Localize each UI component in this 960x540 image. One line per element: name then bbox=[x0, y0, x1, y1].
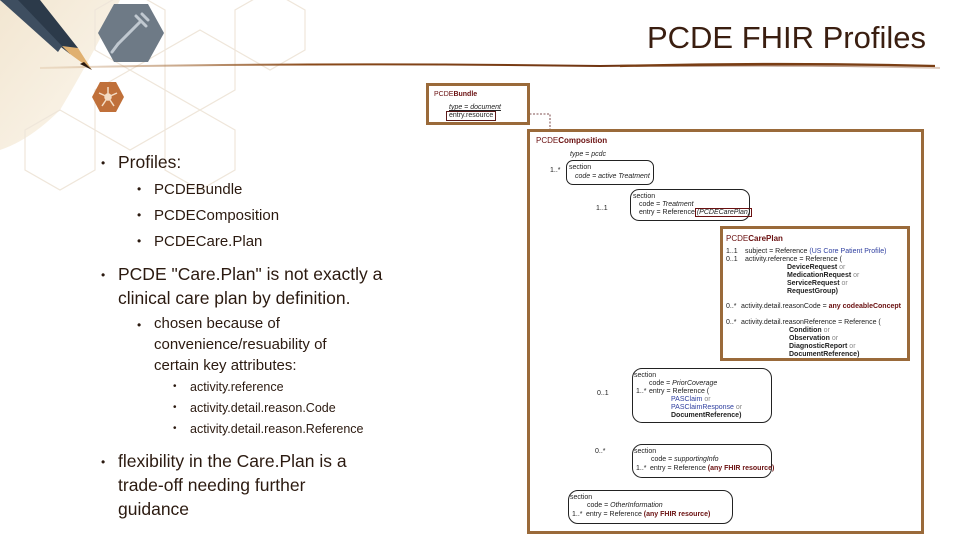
or-text: or bbox=[841, 280, 848, 287]
activity-cardinality: 0..1 bbox=[726, 256, 738, 263]
reason-ref-4: DocumentReference) bbox=[789, 351, 860, 358]
section-active-treatment: section code = active Treatment bbox=[566, 160, 654, 185]
ref-name: PASClaimResponse bbox=[671, 404, 734, 411]
bundle-profile-box: PCDEBundle type = document entry.resourc… bbox=[426, 83, 530, 125]
bundle-entry: entry.resource bbox=[446, 111, 497, 121]
section-code: code = active Treatment bbox=[575, 173, 650, 180]
or-text: or bbox=[831, 335, 839, 342]
careplan-name: CarePlan bbox=[748, 234, 783, 243]
code-value: OtherInformation bbox=[610, 502, 663, 509]
bundle-title: PCDEBundle bbox=[434, 90, 477, 100]
section-supporting-info: section code = supportingInfo 1..* entry… bbox=[632, 444, 774, 478]
entry-ref: (any FHIR resource) bbox=[643, 511, 711, 518]
entry-ref: (any FHIR resource) bbox=[707, 465, 775, 472]
code-value: PriorCoverage bbox=[672, 380, 718, 387]
entry-prefix: entry = Reference bbox=[650, 465, 708, 472]
entry-cardinality: 1..* bbox=[572, 511, 583, 518]
other-entry: entry = Reference (any FHIR resource) bbox=[586, 510, 710, 520]
entry-prefix: entry = Reference bbox=[639, 209, 695, 216]
or-text: or bbox=[853, 272, 860, 279]
bundle-prefix: PCDE bbox=[434, 91, 454, 98]
ref-name: Observation bbox=[789, 335, 830, 342]
code-prefix: code = bbox=[587, 502, 611, 509]
or-text: or bbox=[735, 404, 743, 411]
subject-ref: (US Core Patient Profile) bbox=[809, 248, 887, 255]
treatment-cardinality: 1..1 bbox=[596, 205, 608, 212]
support-entry: entry = Reference (any FHIR resource) bbox=[650, 464, 774, 474]
composition-type: type = pcdc bbox=[570, 151, 606, 158]
careplan-reference: (PCDECarePlan) bbox=[694, 208, 753, 217]
prior-cardinality: 0..1 bbox=[597, 390, 609, 397]
reason-code-prefix: activity.detail.reasonCode = bbox=[741, 303, 829, 310]
or-text: or bbox=[704, 396, 711, 403]
profile-diagram: PCDEBundle type = document entry.resourc… bbox=[0, 0, 960, 540]
entry-prefix: entry = Reference bbox=[586, 511, 644, 518]
code-prefix: code = bbox=[649, 380, 673, 387]
ref-name: DeviceRequest bbox=[787, 264, 838, 271]
activity-ref-4: RequestGroup) bbox=[787, 288, 838, 295]
reason-code-line: activity.detail.reasonCode = any codeabl… bbox=[741, 302, 901, 312]
entry-cardinality: 1..* bbox=[636, 388, 647, 395]
code-value: Treatment bbox=[662, 201, 694, 208]
reason-code-value: any codeableConcept bbox=[828, 303, 901, 310]
section-prior-coverage: section code = PriorCoverage 1..* entry … bbox=[632, 368, 772, 423]
ref-name: MedicationRequest bbox=[787, 272, 852, 279]
section-treatment: section code = Treatment entry = Referen… bbox=[630, 189, 753, 221]
support-cardinality: 0..* bbox=[595, 448, 606, 455]
or-text: or bbox=[839, 264, 846, 271]
bundle-name: Bundle bbox=[453, 91, 478, 98]
composition-prefix: PCDE bbox=[536, 136, 559, 145]
code-value: supportingInfo bbox=[674, 456, 719, 463]
careplan-prefix: PCDE bbox=[726, 234, 749, 243]
prior-ref-3: DocumentReference) bbox=[671, 412, 742, 419]
reason-ref-cardinality: 0..* bbox=[726, 319, 737, 326]
ref-name: DiagnosticReport bbox=[789, 343, 848, 350]
code-prefix: code = bbox=[639, 201, 663, 208]
composition-title: PCDEComposition bbox=[536, 136, 607, 146]
or-text: or bbox=[823, 327, 830, 334]
entry-cardinality: 1..* bbox=[636, 465, 647, 472]
subject-prefix: subject = Reference bbox=[745, 248, 810, 255]
composition-name: Composition bbox=[558, 136, 608, 145]
or-text: or bbox=[849, 343, 856, 350]
code-prefix: code = bbox=[651, 456, 675, 463]
careplan-profile-box: PCDECarePlan 1..1 subject = Reference (U… bbox=[720, 226, 910, 361]
section-cardinality: 1..* bbox=[550, 167, 561, 174]
ref-name: PASClaim bbox=[671, 396, 703, 403]
ref-name: Condition bbox=[789, 327, 822, 334]
section-other-information: section code = OtherInformation 1..* ent… bbox=[568, 490, 733, 524]
reason-code-cardinality: 0..* bbox=[726, 303, 737, 310]
careplan-title: PCDECarePlan bbox=[726, 234, 783, 244]
treatment-entry: entry = Reference (PCDECarePlan) bbox=[639, 208, 753, 218]
ref-name: ServiceRequest bbox=[787, 280, 840, 287]
